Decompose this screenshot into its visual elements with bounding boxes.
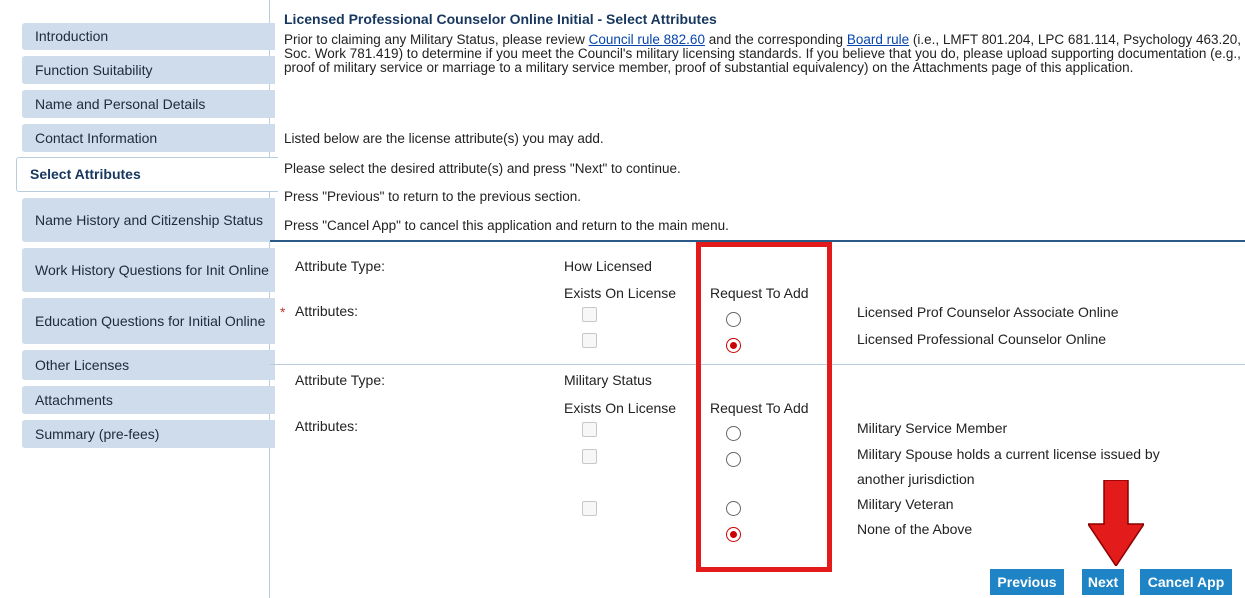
main-content: Licensed Professional Counselor Online I… — [270, 0, 1245, 598]
page-title: Licensed Professional Counselor Online I… — [284, 11, 717, 27]
attribute-type-value: Military Status — [564, 372, 652, 388]
previous-button[interactable]: Previous — [990, 569, 1064, 595]
cancel-app-button[interactable]: Cancel App — [1140, 569, 1232, 595]
option-label-continued: another jurisdiction — [857, 471, 975, 487]
option-label: None of the Above — [857, 521, 973, 537]
next-button[interactable]: Next — [1082, 569, 1124, 595]
exists-checkbox — [582, 307, 597, 322]
col-exists-on-license: Exists On License — [564, 400, 677, 416]
option-label: Licensed Prof Counselor Associate Online — [857, 304, 1119, 320]
sidebar-item-select-attributes[interactable]: Select Attributes — [16, 157, 278, 192]
intro-paragraph: Prior to claiming any Military Status, p… — [284, 33, 1244, 75]
attributes-label: Attributes: — [295, 303, 359, 319]
instruction-line: Listed below are the license attribute(s… — [284, 131, 604, 146]
sidebar-item-work-history[interactable]: Work History Questions for Init Online — [22, 248, 275, 292]
attribute-type-value: How Licensed — [564, 258, 652, 274]
option-label: Military Veteran — [857, 496, 954, 512]
sidebar-item-other-licenses[interactable]: Other Licenses — [22, 350, 275, 380]
instruction-line: Please select the desired attribute(s) a… — [284, 161, 681, 176]
option-label: Military Service Member — [857, 420, 1008, 436]
sidebar-nav: Introduction Function Suitability Name a… — [8, 0, 278, 598]
sidebar-item-attachments[interactable]: Attachments — [22, 386, 275, 414]
council-rule-link[interactable]: Council rule 882.60 — [589, 32, 705, 47]
option-label: Licensed Professional Counselor Online — [857, 331, 1107, 347]
exists-checkbox — [582, 501, 597, 516]
sidebar-item-name-history[interactable]: Name History and Citizenship Status — [22, 198, 275, 242]
instruction-line: Press "Previous" to return to the previo… — [284, 189, 581, 204]
col-exists-on-license: Exists On License — [564, 285, 677, 301]
attribute-type-label: Attribute Type: — [295, 258, 386, 274]
board-rule-link[interactable]: Board rule — [847, 32, 909, 47]
required-marker: * — [280, 305, 286, 320]
down-arrow-icon — [1088, 480, 1144, 566]
attribute-type-label: Attribute Type: — [295, 372, 386, 388]
highlight-box-annotation — [696, 242, 832, 572]
exists-checkbox — [582, 422, 597, 437]
intro-text-mid: and the corresponding — [704, 32, 847, 47]
sidebar-item-name-personal-details[interactable]: Name and Personal Details — [22, 90, 275, 118]
sidebar-item-contact-information[interactable]: Contact Information — [22, 124, 275, 152]
option-label: Military Spouse holds a current license … — [857, 446, 1160, 462]
instruction-line: Press "Cancel App" to cancel this applic… — [284, 218, 729, 233]
exists-checkbox — [582, 333, 597, 348]
exists-checkbox — [582, 449, 597, 464]
attributes-label: Attributes: — [295, 418, 359, 434]
sidebar-item-introduction[interactable]: Introduction — [22, 23, 275, 50]
sidebar-item-function-suitability[interactable]: Function Suitability — [22, 56, 275, 84]
sidebar-item-education-questions[interactable]: Education Questions for Initial Online — [22, 298, 275, 344]
intro-text: Prior to claiming any Military Status, p… — [284, 32, 589, 47]
sidebar-item-summary[interactable]: Summary (pre-fees) — [22, 420, 275, 448]
